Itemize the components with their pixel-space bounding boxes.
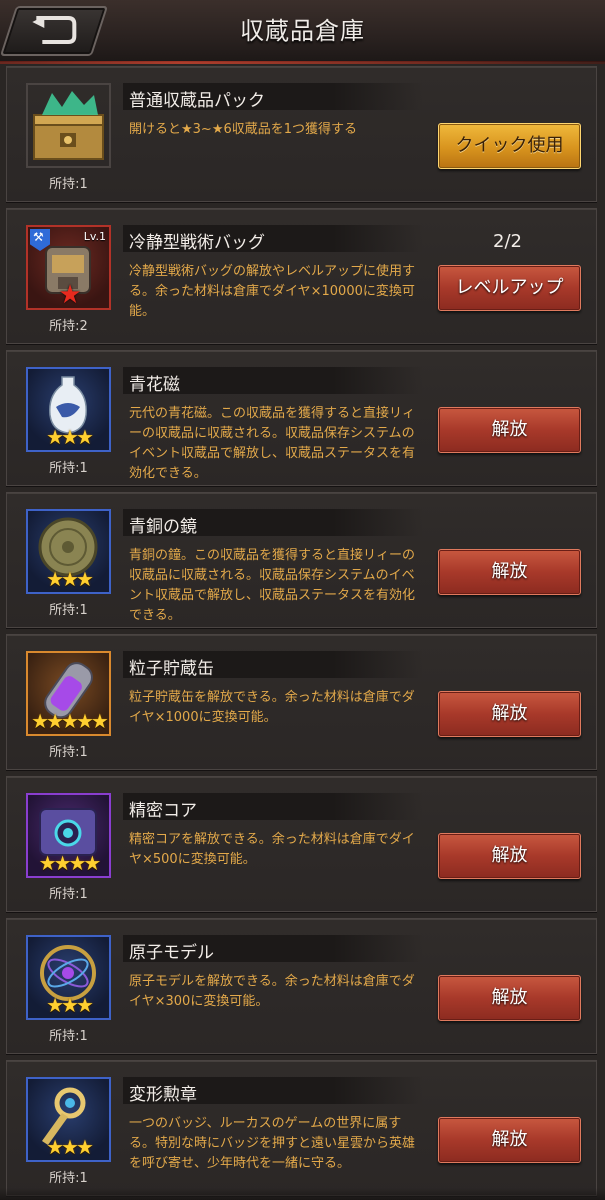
unlock-button[interactable]: 解放	[438, 833, 581, 879]
star-rating: ★★★	[46, 1135, 94, 1159]
item-name: 青銅の鏡	[129, 517, 197, 537]
owned-count: 所持:1	[49, 887, 88, 902]
star-rating: ★★★	[46, 425, 94, 449]
owned-count: 所持:1	[49, 1171, 88, 1186]
item-name: 変形勲章	[129, 1085, 197, 1105]
item-name: 青花磁	[129, 375, 180, 395]
unlock-button[interactable]: 解放	[438, 1117, 581, 1163]
header-bar: 収蔵品倉庫	[0, 0, 605, 64]
bronze-mirror-icon: ★★★	[26, 509, 111, 594]
chest-icon	[26, 83, 111, 168]
unlock-button[interactable]: 解放	[438, 407, 581, 453]
item-description: 開けると★3~★6収蔵品を1つ獲得する	[129, 122, 358, 137]
item-name: 粒子貯蔵缶	[129, 659, 214, 679]
scroll-fade	[0, 1188, 605, 1200]
level-up-button[interactable]: レベルアップ	[438, 265, 581, 311]
item-description: 原子モデルを解放できる。余った材料は倉庫でダイヤ×300に変換可能。	[129, 974, 415, 1009]
item-card: ★★★ 所持:1 原子モデル 原子モデルを解放できる。余った材料は倉庫でダイヤ×…	[6, 918, 597, 1054]
atom-model-icon: ★★★	[26, 935, 111, 1020]
owned-count: 所持:1	[49, 461, 88, 476]
item-description: 元代の青花磁。この収蔵品を獲得すると直接リィーの収蔵品に収蔵される。収蔵品保存シ…	[129, 406, 416, 481]
item-card: ★★★ 所持:1 青銅の鏡 青銅の鐘。この収蔵品を獲得すると直接リィーの収蔵品に…	[6, 492, 597, 628]
item-card: ★★★★★ 所持:1 粒子貯蔵缶 粒子貯蔵缶を解放できる。余った材料は倉庫でダイ…	[6, 634, 597, 770]
item-card: ★★★★ 所持:1 精密コア 精密コアを解放できる。余った材料は倉庫でダイヤ×5…	[6, 776, 597, 912]
item-description: 冷静型戦術バッグの解放やレベルアップに使用する。余った材料は倉庫でダイヤ×100…	[129, 264, 416, 319]
porcelain-vase-icon: ★★★	[26, 367, 111, 452]
item-name: 原子モデル	[129, 943, 214, 963]
owned-count: 所持:1	[49, 1029, 88, 1044]
item-card: ★★★ 所持:1 変形勲章 一つのバッジ、ルーカスのゲームの世界に属する。特別な…	[6, 1060, 597, 1196]
page-title: 収蔵品倉庫	[240, 17, 365, 45]
item-card: ★★★ 所持:1 青花磁 元代の青花磁。この収蔵品を獲得すると直接リィーの収蔵品…	[6, 350, 597, 486]
unlock-button[interactable]: 解放	[438, 549, 581, 595]
item-name: 精密コア	[129, 801, 197, 821]
transform-medal-icon: ★★★	[26, 1077, 111, 1162]
progress-count: 2/2	[493, 231, 522, 252]
crossed-axes-icon: ⚒	[33, 230, 44, 244]
item-card: ⚒ Lv.1 ★ 所持:2 冷静型戦術バッグ 2/2 冷静型戦術バッグの解放やレ…	[6, 208, 597, 344]
particle-canister-icon: ★★★★★	[26, 651, 111, 736]
star-rating: ★★★	[46, 993, 94, 1017]
item-description: 一つのバッジ、ルーカスのゲームの世界に属する。特別な時にバッジを押すと遠い星雲か…	[129, 1116, 416, 1171]
owned-count: 所持:1	[49, 745, 88, 760]
tactical-bag-icon: ⚒ Lv.1 ★	[26, 225, 111, 310]
item-description: 粒子貯蔵缶を解放できる。余った材料は倉庫でダイヤ×1000に変換可能。	[129, 690, 415, 725]
owned-count: 所持:1	[49, 177, 88, 192]
unlock-button[interactable]: 解放	[438, 975, 581, 1021]
star-rating: ★★★★★	[31, 709, 109, 733]
quick-use-button[interactable]: クイック使用	[438, 123, 581, 169]
item-name: 冷静型戦術バッグ	[129, 233, 265, 253]
item-description: 精密コアを解放できる。余った材料は倉庫でダイヤ×500に変換可能。	[129, 832, 415, 867]
item-description: 青銅の鐘。この収蔵品を獲得すると直接リィーの収蔵品に収蔵される。収蔵品保存システ…	[129, 548, 416, 623]
owned-count: 所持:2	[49, 319, 88, 334]
item-card: 所持:1 普通収蔵品パック 開けると★3~★6収蔵品を1つ獲得する クイック使用	[6, 66, 597, 202]
star-rating: ★★★★	[38, 851, 102, 875]
item-name: 普通収蔵品パック	[129, 91, 265, 111]
star-rating: ★★★	[46, 567, 94, 591]
level-label: Lv.1	[83, 230, 106, 243]
unlock-button[interactable]: 解放	[438, 691, 581, 737]
owned-count: 所持:1	[49, 603, 88, 618]
star-icon: ★	[58, 280, 81, 310]
precision-core-icon: ★★★★	[26, 793, 111, 878]
